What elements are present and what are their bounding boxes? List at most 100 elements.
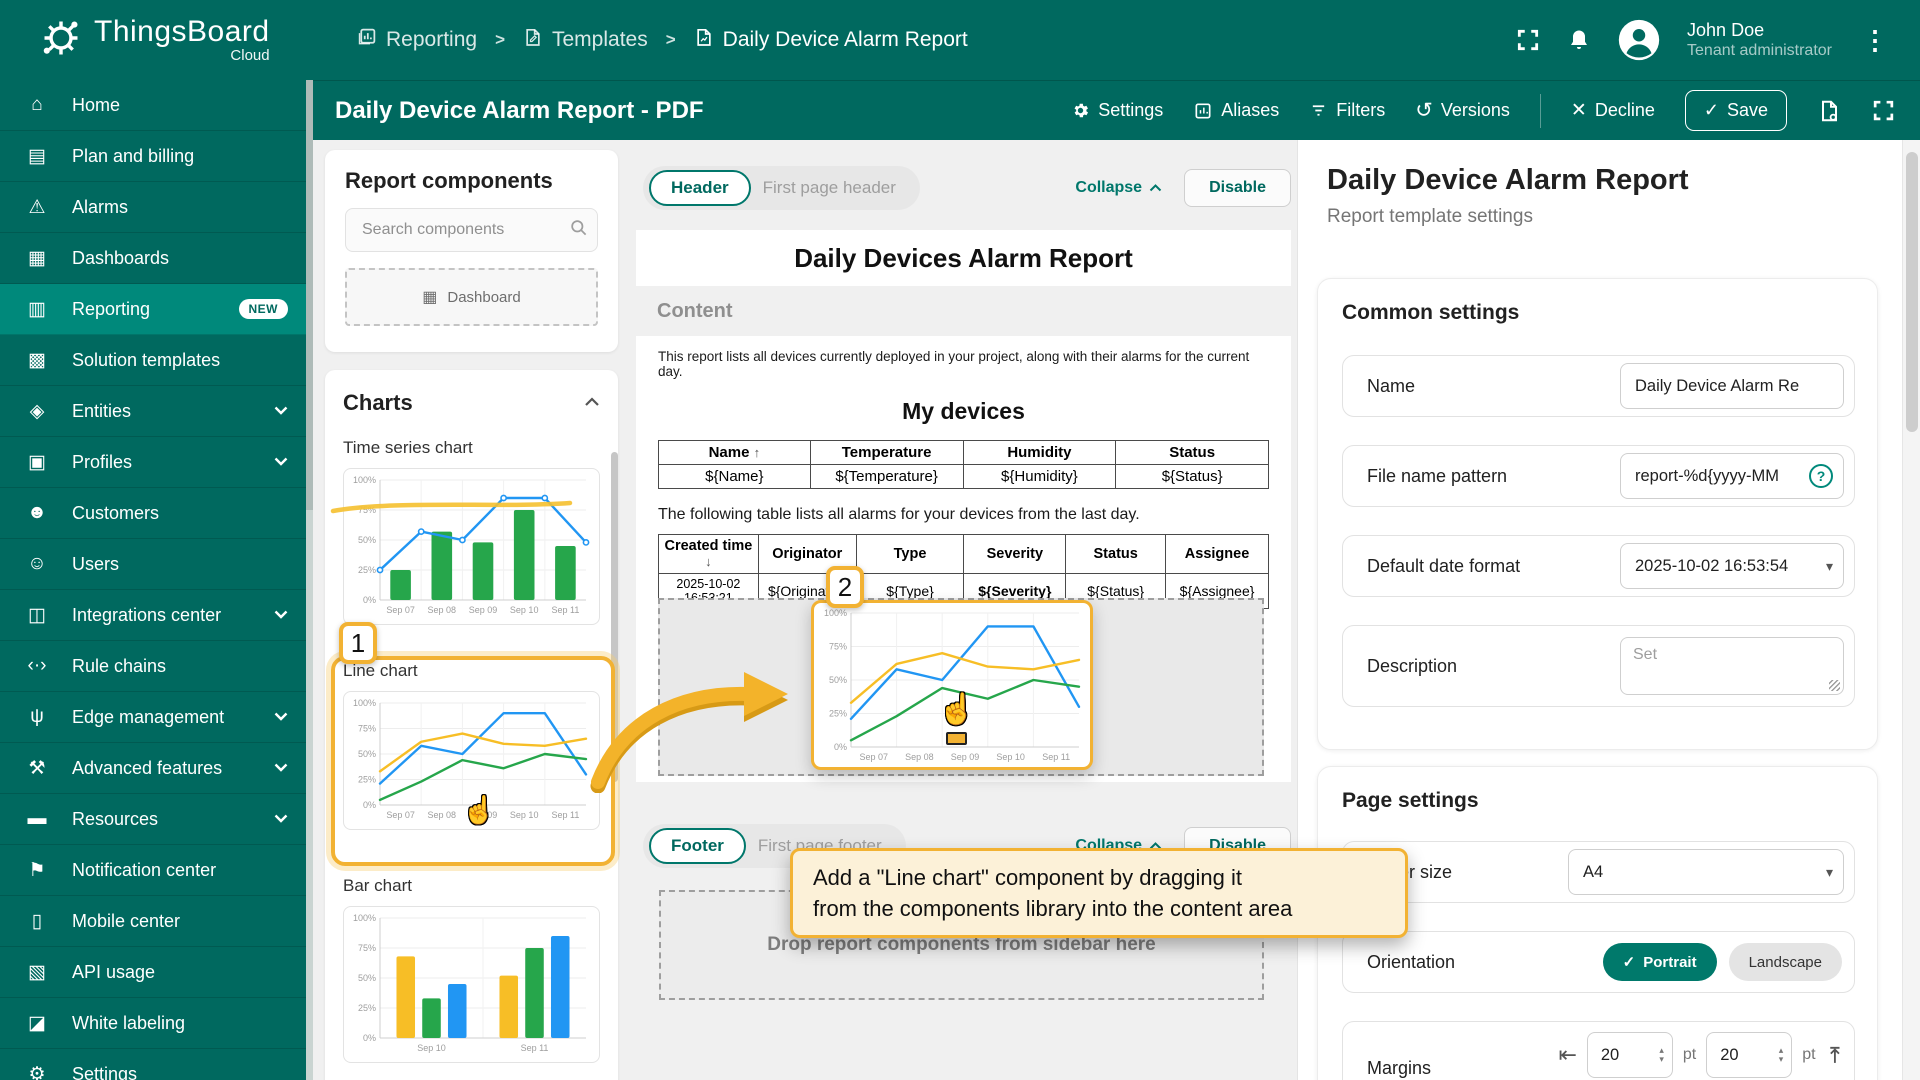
report-toolbar: Daily Device Alarm Report - PDF Settings… (313, 80, 1920, 140)
time-series-chart-label: Time series chart (343, 438, 473, 457)
sidebar-item-white-labeling[interactable]: ◪ White labeling (0, 998, 306, 1049)
time-series-chart-thumbnail[interactable]: 0% 25% 50% 75% 100% Sep 07 Sep 08 Sep 09 Sep 10 S… (343, 468, 600, 625)
paper-size-select[interactable]: ▾ (1568, 849, 1844, 895)
header-collapse-button[interactable]: Collapse (1075, 179, 1162, 197)
table-header[interactable]: Status (1115, 440, 1269, 465)
sidebar-item-plan-and-billing[interactable]: ▤ Plan and billing (0, 131, 306, 182)
svg-text:0%: 0% (363, 595, 376, 605)
svg-text:Sep 07: Sep 07 (860, 752, 889, 762)
dashboard-component-item[interactable]: ▦ Dashboard (345, 268, 598, 326)
table-header[interactable]: Assignee (1165, 534, 1269, 574)
sidebar-item-notification-center[interactable]: ⚑ Notification center (0, 845, 306, 896)
decrement-icon[interactable]: ▾ (1659, 1055, 1664, 1064)
versions-button[interactable]: ↺ Versions (1415, 98, 1510, 123)
search-components-box[interactable] (345, 208, 598, 252)
landscape-chip[interactable]: Landscape (1728, 943, 1842, 981)
report-icon (694, 27, 714, 54)
sidebar-item-alarms[interactable]: ⚠ Alarms (0, 182, 306, 233)
report-page-header[interactable]: Daily Devices Alarm Report (636, 230, 1291, 286)
name-field-row: Name (1342, 355, 1855, 417)
decline-button[interactable]: ✕ Decline (1571, 99, 1655, 122)
table-header[interactable]: Severity (963, 534, 1067, 574)
thingsboard-logo[interactable]: ThingsBoard Cloud (0, 15, 300, 66)
sidebar-item-rule-chains[interactable]: ‹·› Rule chains (0, 641, 306, 692)
table-header[interactable]: Temperature (809, 440, 964, 465)
svg-text:50%: 50% (358, 535, 376, 545)
sidebar-item-advanced-features[interactable]: ⚒ Advanced features (0, 743, 306, 794)
window-scrollbar[interactable] (1902, 140, 1920, 1080)
name-field[interactable] (1635, 376, 1833, 396)
user-name: John Doe (1687, 19, 1765, 40)
svg-text:0%: 0% (834, 742, 847, 752)
aliases-button[interactable]: Aliases (1193, 100, 1279, 121)
fullscreen-icon[interactable] (1515, 27, 1541, 53)
search-components-input[interactable] (362, 221, 569, 239)
description-field[interactable]: Set (1620, 637, 1844, 695)
rule-chains-icon: ‹·› (27, 655, 47, 676)
user-info[interactable]: John Doe Tenant administrator (1687, 20, 1832, 61)
hand-cursor-icon: ☝ (462, 795, 496, 825)
default-date-format-row: Default date format ▾ (1342, 535, 1855, 597)
sidebar-item-mobile-center[interactable]: ▯ Mobile center (0, 896, 306, 947)
breadcrumb-item-reporting[interactable]: Reporting (356, 27, 477, 54)
customers-icon: ☻ (27, 502, 47, 523)
table-cell: ${Status} (1115, 464, 1269, 489)
table-header[interactable]: Type (855, 534, 965, 574)
file-name-pattern-field[interactable] (1635, 466, 1805, 486)
svg-text:25%: 25% (358, 1003, 376, 1013)
notification-icon: ⚑ (28, 859, 46, 881)
components-panel-scrollbar[interactable] (611, 452, 618, 782)
breadcrumb-item-templates[interactable]: Templates (523, 27, 648, 54)
tab-first-page-header[interactable]: First page header (751, 178, 914, 198)
help-icon[interactable]: ? (1809, 464, 1833, 488)
table-header[interactable]: Created time ↓ (658, 534, 759, 574)
instruction-tooltip: Add a "Line chart" component by dragging… (790, 848, 1408, 939)
search-icon (569, 218, 588, 242)
svg-text:Sep 10: Sep 10 (996, 752, 1025, 762)
svg-text:Sep 10: Sep 10 (417, 1043, 446, 1053)
expand-fullscreen-icon[interactable] (1871, 98, 1896, 123)
sidebar-item-resources[interactable]: ▬ Resources (0, 794, 306, 845)
charts-panel: Charts Time series chart 0% 25% 50% 75% 100%… (325, 370, 618, 1080)
more-menu-icon[interactable]: ⋮ (1858, 25, 1892, 56)
margin-top-stepper[interactable]: 20 ▴ ▾ (1706, 1032, 1793, 1078)
sidebar-item-reporting[interactable]: ▥ Reporting NEW (0, 284, 306, 335)
sidebar-scrollbar[interactable] (306, 80, 313, 1080)
chevron-up-icon[interactable] (584, 394, 600, 412)
avatar[interactable] (1617, 18, 1661, 62)
sidebar-item-customers[interactable]: ☻ Customers (0, 488, 306, 539)
edge-icon: ψ (30, 706, 44, 727)
export-pdf-icon[interactable] (1817, 98, 1841, 124)
margin-left-stepper[interactable]: 20 ▴ ▾ (1586, 1032, 1673, 1078)
table-header[interactable]: Name ↑ (658, 440, 811, 465)
tab-header[interactable]: Header (649, 170, 751, 206)
breadcrumb-item-daily-device-alarm-report[interactable]: Daily Device Alarm Report (694, 27, 968, 54)
portrait-chip[interactable]: ✓ Portrait (1602, 943, 1717, 981)
sidebar-item-integrations-center[interactable]: ◫ Integrations center (0, 590, 306, 641)
sidebar-item-profiles[interactable]: ▣ Profiles (0, 437, 306, 488)
notifications-bell-icon[interactable] (1567, 27, 1591, 53)
sidebar-item-users[interactable]: ☺ Users (0, 539, 306, 590)
table-header[interactable]: Humidity (962, 440, 1117, 465)
sidebar-item-api-usage[interactable]: ▧ API usage (0, 947, 306, 998)
tab-footer[interactable]: Footer (649, 828, 746, 864)
home-icon: ⌂ (31, 94, 43, 115)
sidebar-item-home[interactable]: ⌂ Home (0, 80, 306, 131)
filters-button[interactable]: Filters (1309, 100, 1385, 121)
date-format-select[interactable]: ▾ (1620, 543, 1844, 589)
sidebar-item-entities[interactable]: ◈ Entities (0, 386, 306, 437)
sidebar-item-dashboards[interactable]: ▦ Dashboards (0, 233, 306, 284)
api-usage-icon: ▧ (28, 961, 46, 983)
dashboard-icon: ▦ (422, 289, 438, 306)
chevron-down-icon (274, 759, 288, 777)
settings-button[interactable]: Settings (1071, 100, 1163, 121)
sidebar-item-edge-management[interactable]: ψ Edge management (0, 692, 306, 743)
sidebar-item-solution-templates[interactable]: ▩ Solution templates (0, 335, 306, 386)
bar-chart-thumbnail[interactable]: 0% 25% 50% 75% 100% Sep 10 Sep 11 (343, 906, 600, 1063)
table-header[interactable]: Status (1065, 534, 1167, 574)
resize-handle-icon[interactable] (1829, 680, 1840, 691)
header-disable-button[interactable]: Disable (1184, 169, 1291, 207)
sidebar-item-settings[interactable]: ⚙ Settings (0, 1049, 306, 1080)
save-button[interactable]: ✓ Save (1684, 90, 1787, 131)
decrement-icon[interactable]: ▾ (1779, 1055, 1784, 1064)
